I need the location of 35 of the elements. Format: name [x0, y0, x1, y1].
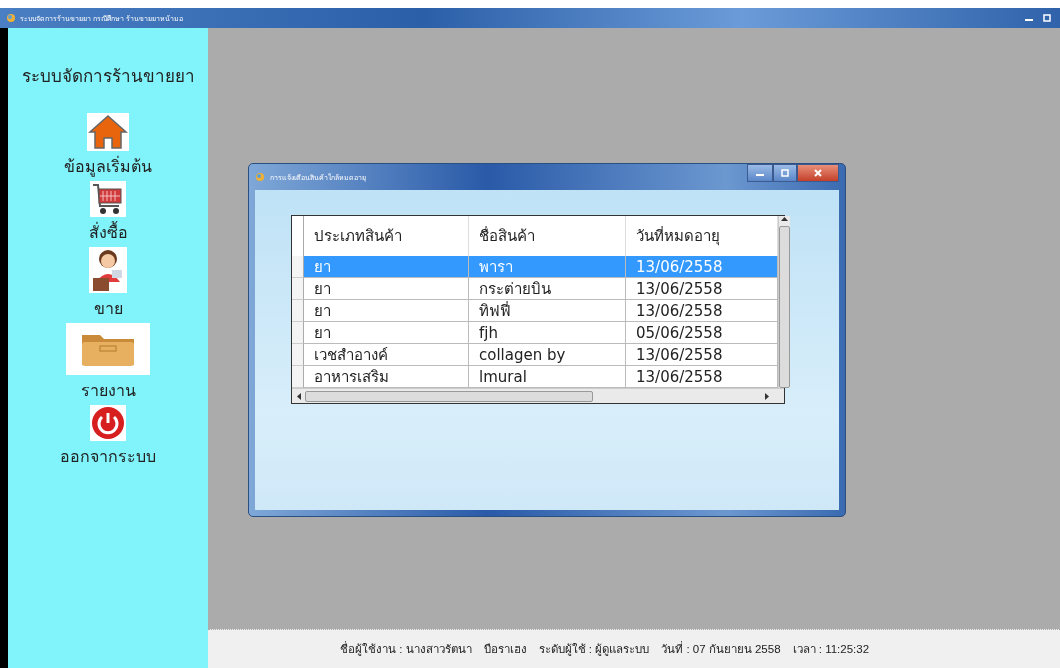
status-text: เวลา : 11:25:32 — [792, 642, 870, 657]
menu-item[interactable]: ออกจากระบบ — [60, 444, 156, 469]
menu-item[interactable]: สั่งซื้อ — [88, 220, 128, 245]
scrollbar-thumb[interactable] — [779, 226, 790, 388]
menu-item[interactable]: รายงาน — [80, 378, 136, 403]
cart-icon[interactable] — [91, 182, 125, 216]
status-text: วันที่ : 07 กันยายน 2558 — [661, 640, 781, 657]
table-cell[interactable]: collagen by — [469, 344, 626, 366]
scroll-up-icon[interactable] — [781, 216, 788, 222]
menu-item[interactable]: ขาย — [93, 296, 123, 321]
status-text: บือราเฮง — [483, 642, 527, 657]
app-icon — [6, 13, 16, 23]
table-cell[interactable]: กระต่ายบิน — [469, 278, 626, 300]
close-icon — [813, 168, 823, 178]
scroll-left-icon[interactable] — [296, 392, 301, 400]
maximize-icon — [780, 168, 790, 178]
maximize-icon[interactable] — [1040, 13, 1054, 23]
table-cell[interactable]: ทิฟฟี่ — [469, 300, 626, 322]
minimize-button[interactable] — [747, 164, 773, 182]
scroll-right-icon[interactable] — [765, 392, 770, 400]
close-button[interactable] — [797, 164, 839, 182]
power-icon[interactable] — [91, 406, 125, 440]
table-cell[interactable]: fjh — [469, 322, 626, 344]
app-heading: ระบบจัดการร้านขายยา — [21, 65, 195, 88]
scrollbar-thumb[interactable] — [305, 390, 593, 402]
table-cell[interactable]: ยา — [304, 278, 469, 300]
table-cell[interactable]: เวชสำอางค์ — [304, 344, 469, 366]
maximize-button[interactable] — [773, 164, 797, 182]
status-text: ระดับผู้ใช้ : ผู้ดูแลระบบ — [538, 642, 650, 658]
table-cell[interactable]: ยา — [304, 322, 469, 344]
table-cell[interactable]: ยา — [304, 300, 469, 322]
house-icon[interactable] — [88, 114, 128, 150]
menu-item[interactable]: ข้อมูลเริ่มต้น — [64, 154, 152, 179]
app-icon — [255, 172, 265, 182]
status-text: ชื่อผู้ใช้งาน : นางสาวรัตนา — [340, 640, 472, 658]
